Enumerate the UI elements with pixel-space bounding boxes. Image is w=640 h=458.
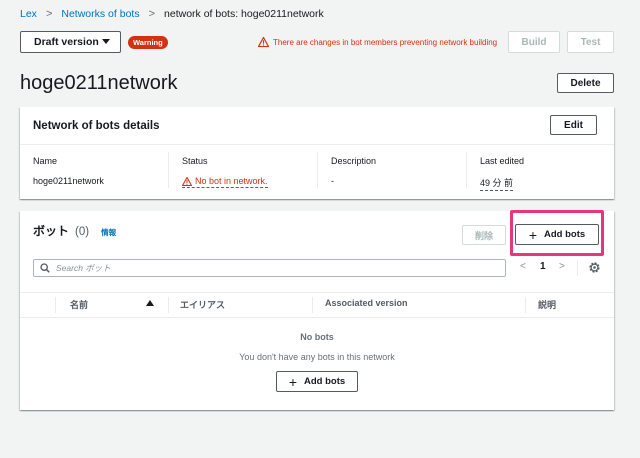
column-divider [525, 297, 526, 313]
column-name[interactable]: 名前 [70, 298, 88, 311]
empty-state-message: You don't have any bots in this network [239, 352, 395, 362]
plus-icon: + [288, 373, 297, 390]
page-title: hoge0211network [20, 72, 178, 94]
search-placeholder: Search ボット [56, 263, 111, 273]
empty-add-bots-label: Add bots [304, 376, 346, 387]
sort-ascending-icon[interactable] [146, 300, 154, 306]
version-select-label: Draft version [34, 36, 99, 48]
bots-header: ボット (0) 情報 [33, 222, 116, 239]
column-divider [317, 152, 318, 188]
empty-add-bots-button[interactable]: + Add bots [276, 371, 358, 392]
detail-last-edited-value[interactable]: 49 分 前 [480, 176, 514, 191]
remove-bot-button[interactable]: 削除 [462, 225, 506, 245]
column-divider [55, 297, 56, 313]
edit-button[interactable]: Edit [550, 115, 597, 135]
details-heading: Network of bots details [33, 120, 160, 132]
chevron-right-icon: > [148, 8, 156, 20]
settings-gear-icon[interactable] [588, 261, 601, 274]
detail-name-value: hoge0211network [33, 176, 104, 186]
warning-triangle-icon [182, 176, 192, 186]
column-alias[interactable]: エイリアス [180, 298, 225, 311]
column-divider [168, 297, 169, 313]
detail-last-edited: Last edited 49 分 前 [480, 156, 620, 191]
delete-button[interactable]: Delete [557, 73, 614, 93]
test-button[interactable]: Test [567, 31, 614, 53]
breadcrumb-current: network of bots: hoge0211network [164, 8, 324, 20]
column-divider [168, 152, 169, 188]
warning-badge: Warning [128, 36, 168, 49]
detail-status-key: Status [182, 156, 208, 166]
warning-message: There are changes in bot members prevent… [258, 37, 497, 47]
breadcrumb: Lex > Networks of bots > network of bots… [20, 8, 324, 20]
pagination-divider [577, 260, 578, 276]
detail-status-text: No bot in network. [195, 176, 268, 186]
warning-message-text: There are changes in bot members prevent… [273, 37, 498, 47]
breadcrumb-networks-of-bots[interactable]: Networks of bots [61, 8, 139, 20]
warning-triangle-icon [258, 37, 269, 47]
detail-name: Name hoge0211network [33, 156, 173, 186]
bots-count: (0) [75, 226, 90, 238]
breadcrumb-lex[interactable]: Lex [20, 8, 37, 20]
caret-down-icon [102, 39, 110, 44]
column-version[interactable]: Associated version [325, 298, 408, 308]
detail-name-key: Name [33, 156, 58, 166]
empty-state-title: No bots [300, 332, 334, 342]
search-icon [40, 263, 50, 273]
column-divider [466, 152, 467, 188]
info-link[interactable]: 情報 [101, 227, 116, 238]
detail-description-value: - [331, 176, 334, 186]
detail-status-value[interactable]: No bot in network. [182, 176, 268, 188]
detail-description: Description - [331, 156, 471, 186]
detail-description-key: Description [331, 156, 377, 166]
pagination-page[interactable]: 1 [540, 261, 546, 272]
bots-heading: ボット [33, 224, 70, 238]
detail-last-edited-key: Last edited [480, 156, 525, 166]
pagination-next[interactable]: > [559, 261, 565, 272]
chevron-right-icon: > [45, 8, 53, 20]
search-input[interactable]: Search ボット [33, 259, 506, 277]
build-button[interactable]: Build [508, 31, 560, 53]
detail-status: Status No bot in network. [182, 156, 322, 191]
column-divider [312, 297, 313, 313]
column-description[interactable]: 説明 [538, 298, 556, 311]
highlight-box [510, 210, 604, 256]
version-select[interactable]: Draft version [20, 31, 121, 53]
pagination-prev[interactable]: < [520, 261, 526, 272]
